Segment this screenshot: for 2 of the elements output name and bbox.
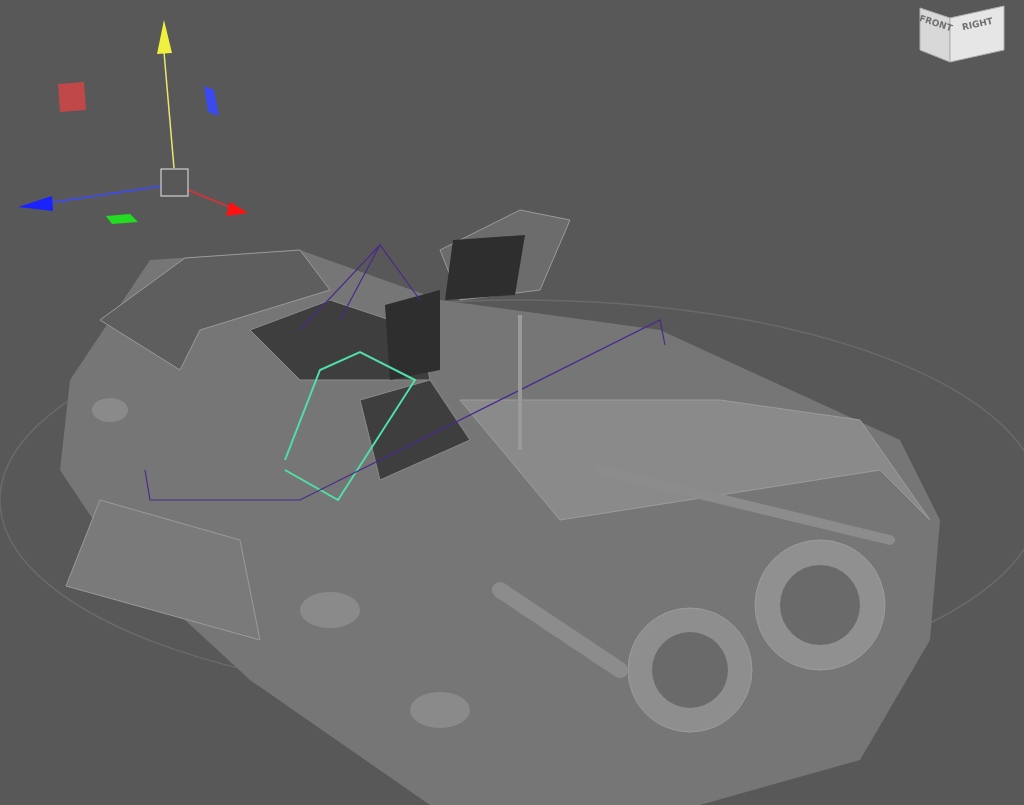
view-cube-face-label[interactable]: RIGHT [961,15,994,33]
view-cube[interactable] [919,5,1005,63]
